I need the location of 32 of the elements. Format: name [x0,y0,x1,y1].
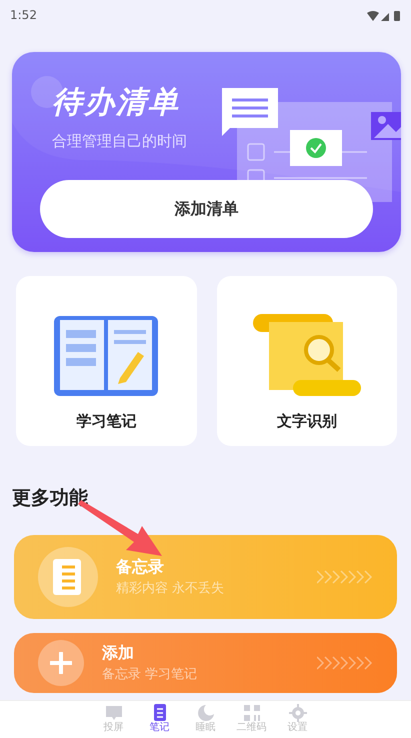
settings-icon [288,704,306,722]
notebook-icon [54,314,158,398]
status-time: 1:52 [10,7,37,24]
tool-label: 学习笔记 [76,410,136,432]
scroll-icon [252,314,361,398]
feature-title: 添加 [102,642,135,664]
feature-card[interactable]: 备忘录 精彩内容 永不丢失 [14,534,397,618]
qr-code-icon [242,704,260,722]
nav-tab[interactable]: 投屏 [102,701,124,738]
nav-label: 笔记 [150,722,170,733]
tool-card[interactable]: 学习笔记 [16,276,196,446]
tool-label: 文字识别 [276,410,337,432]
nav-tab[interactable]: 睡眠 [194,701,216,738]
tool-card[interactable]: 文字识别 [216,276,397,446]
add-list-button[interactable]: 添加清单 [40,180,373,238]
nav-tab[interactable]: 笔记 [148,701,170,738]
feature-title: 备忘录 [116,556,165,578]
nav-label: 投屏 [104,722,124,733]
plus-icon [38,640,84,686]
cast-icon [104,704,122,722]
nav-label: 睡眠 [196,722,216,733]
moon-icon [196,704,214,722]
feature-subtitle: 备忘录 学习笔记 [102,666,198,684]
banner-title: 待办清单 [52,84,180,122]
nav-tab[interactable]: 设置 [286,701,308,738]
banner-subtitle: 合理管理自己的时间 [52,131,187,152]
nav-label: 设置 [288,722,308,733]
chevrons-icon [317,656,373,670]
chevrons-icon [317,570,373,584]
feature-card[interactable]: 添加 备忘录 学习笔记 [14,632,397,692]
nav-label: 二维码 [236,722,266,733]
feature-subtitle: 精彩内容 永不丢失 [116,580,224,598]
